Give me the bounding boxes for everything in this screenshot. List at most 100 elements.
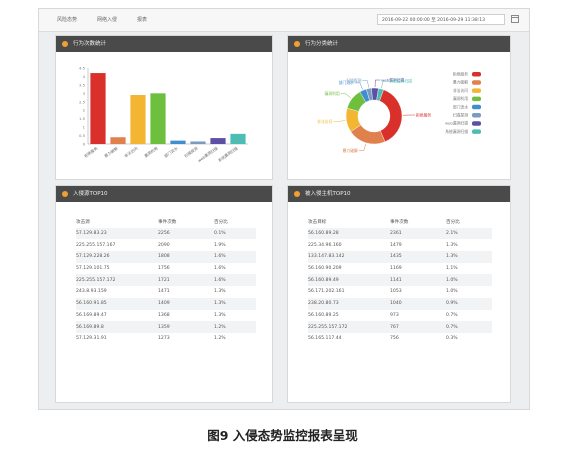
table-row[interactable]: 56.171.202.161 1053 1.0% — [308, 286, 492, 298]
figure-caption: 图9 入侵态势监控报表呈现 — [207, 428, 358, 443]
table-row[interactable]: 56.165.117.44 756 0.3% — [308, 333, 492, 345]
table-row[interactable]: 56.169.89.47 1368 1.3% — [76, 310, 256, 322]
panel-dot-icon — [62, 41, 68, 47]
table-row[interactable]: 225.255.157.167 2090 1.9% — [76, 239, 256, 251]
panel-title: 入侵源TOP10 — [73, 191, 108, 197]
x-tick-label: 非法访问 — [123, 146, 138, 159]
x-tick-label: 漏洞利用 — [143, 146, 158, 159]
legend-swatch — [472, 129, 481, 134]
panel-dot-icon — [294, 41, 300, 47]
count-cell: 1808 — [158, 251, 214, 263]
percent-cell: 1.2% — [214, 321, 256, 333]
ip-cell: 56.160.89.49 — [308, 274, 390, 287]
legend-label: 部门流水 — [453, 104, 468, 109]
legend-label: 扫描探测 — [453, 113, 468, 118]
table-row[interactable]: 238.20.80.73 1040 0.9% — [308, 297, 492, 310]
table-row[interactable]: 225.255.157.172 1721 1.6% — [76, 274, 256, 287]
table-row[interactable]: 57.129.228.26 1808 1.6% — [76, 251, 256, 263]
legend-label: 暴力破解 — [453, 80, 468, 85]
table-row[interactable]: 56.160.89.28 2361 2.1% — [308, 227, 492, 240]
column-header: 事件次数 — [390, 219, 409, 225]
y-tick-label: 4.5 — [79, 66, 86, 71]
y-tick-label: 3 — [83, 91, 86, 96]
table-row[interactable]: 56.160.89.25 973 0.7% — [308, 310, 492, 322]
table-row[interactable]: 57.129.31.91 1273 1.2% — [76, 333, 256, 345]
tab-network-intrusion[interactable]: 网络入侵 — [97, 16, 117, 23]
ip-cell: 56.160.89.25 — [308, 312, 339, 318]
ip-cell: 56.165.117.44 — [308, 336, 342, 342]
y-tick-label: 4 — [83, 74, 86, 79]
table-row[interactable]: 56.160.90.209 1169 1.1% — [308, 263, 492, 275]
slice-label: 扫描探测 — [346, 78, 361, 83]
column-header: 攻击目标 — [308, 219, 327, 225]
percent-cell: 1.9% — [214, 242, 226, 248]
panel-header: 行为分类统计 — [288, 36, 510, 52]
legend-swatch — [472, 104, 481, 110]
x-tick-label: 系统漏洞扫描 — [217, 146, 239, 163]
y-tick-label: 0 — [83, 142, 86, 147]
table-row[interactable]: 56.169.89.8 1359 1.2% — [76, 321, 256, 333]
ip-cell: 56.169.89.47 — [76, 312, 107, 318]
slice-leader-line — [354, 82, 363, 90]
y-tick-label: 2.5 — [79, 99, 86, 104]
ip-cell: 225.255.157.172 — [308, 321, 390, 333]
tab-risk-situation[interactable]: 风险态势 — [57, 16, 77, 23]
x-tick-label: 部门流水 — [163, 146, 178, 159]
table-row[interactable]: 225.34.96.160 1479 1.3% — [308, 239, 492, 251]
date-range-input[interactable]: 2016-09-22 00:00:00 至 2016-09-29 11:38:1… — [377, 14, 505, 25]
percent-cell: 0.9% — [446, 297, 492, 310]
ip-cell: 57.129.31.91 — [76, 336, 107, 342]
count-cell: 1141 — [390, 274, 446, 287]
bar — [130, 95, 146, 144]
table-row[interactable]: 225.255.157.172 767 0.7% — [308, 321, 492, 333]
count-cell: 2361 — [390, 227, 446, 240]
table-row[interactable]: 133.147.83.142 1435 1.3% — [308, 251, 492, 263]
y-tick-label: 2 — [83, 108, 86, 113]
x-tick-label: 扫描探测 — [183, 146, 198, 159]
column-header: 攻击源 — [76, 219, 90, 225]
pie-chart-panel: 行为分类统计 拒绝服务 暴力破解 非法访问 漏洞利用 部门流水 扫描探测 web漏洞扫描 系统… — [287, 35, 511, 180]
ip-cell: 225.255.157.167 — [76, 242, 116, 248]
table-row[interactable]: 56.160.91.85 1409 1.3% — [76, 297, 256, 310]
panel-header: 入侵源TOP10 — [56, 186, 272, 202]
table-row[interactable]: 243.8.93.159 1471 1.3% — [76, 286, 256, 298]
count-cell: 1409 — [158, 297, 214, 310]
panel-title: 行为分类统计 — [305, 41, 339, 47]
legend-swatch — [472, 72, 481, 77]
ip-cell: 56.169.89.8 — [76, 321, 158, 333]
dashboard-window: 风险态势 网络入侵 报表 2016-09-22 00:00:00 至 2016-… — [38, 8, 530, 410]
count-cell: 1359 — [158, 321, 214, 333]
percent-cell: 1.6% — [214, 266, 226, 272]
intrusion-source-table: 攻击源 事件次数 百分比 57.129.83.23 2256 0.1% 225.255… — [76, 216, 256, 345]
bar — [230, 133, 246, 144]
count-cell: 767 — [390, 321, 446, 333]
percent-cell: 0.3% — [446, 336, 458, 342]
bar — [170, 140, 186, 144]
percent-cell: 1.2% — [214, 336, 226, 342]
table-row[interactable]: 57.129.83.23 2256 0.1% — [76, 227, 256, 240]
table-row[interactable]: 57.129.101.75 1756 1.6% — [76, 263, 256, 275]
panel-title: 被入侵主机TOP10 — [305, 191, 351, 197]
percent-cell: 1.3% — [446, 242, 458, 248]
slice-leader-line — [362, 80, 369, 88]
bar — [210, 138, 226, 144]
table-row[interactable]: 56.160.89.49 1141 1.0% — [308, 274, 492, 287]
legend-swatch — [472, 80, 481, 85]
percent-cell: 1.6% — [214, 274, 256, 287]
slice-leader-line — [340, 93, 352, 99]
slice-label: 系统漏洞扫描 — [389, 78, 412, 83]
ip-cell: 57.129.228.26 — [76, 251, 158, 263]
tab-reports[interactable]: 报表 — [137, 16, 147, 23]
slice-leader-line — [358, 143, 367, 151]
legend-swatch — [472, 96, 481, 102]
ip-cell: 243.8.93.159 — [76, 289, 107, 295]
count-cell: 973 — [390, 312, 399, 318]
percent-cell: 1.3% — [214, 297, 256, 310]
ip-cell: 57.129.83.23 — [76, 227, 158, 240]
legend-label: 拒绝服务 — [453, 72, 468, 77]
calendar-icon[interactable] — [511, 15, 519, 23]
y-tick-label: 3.5 — [79, 82, 86, 87]
count-cell: 2256 — [158, 227, 214, 240]
percent-cell: 0.7% — [446, 321, 492, 333]
y-tick-label: 0.5 — [79, 133, 86, 138]
